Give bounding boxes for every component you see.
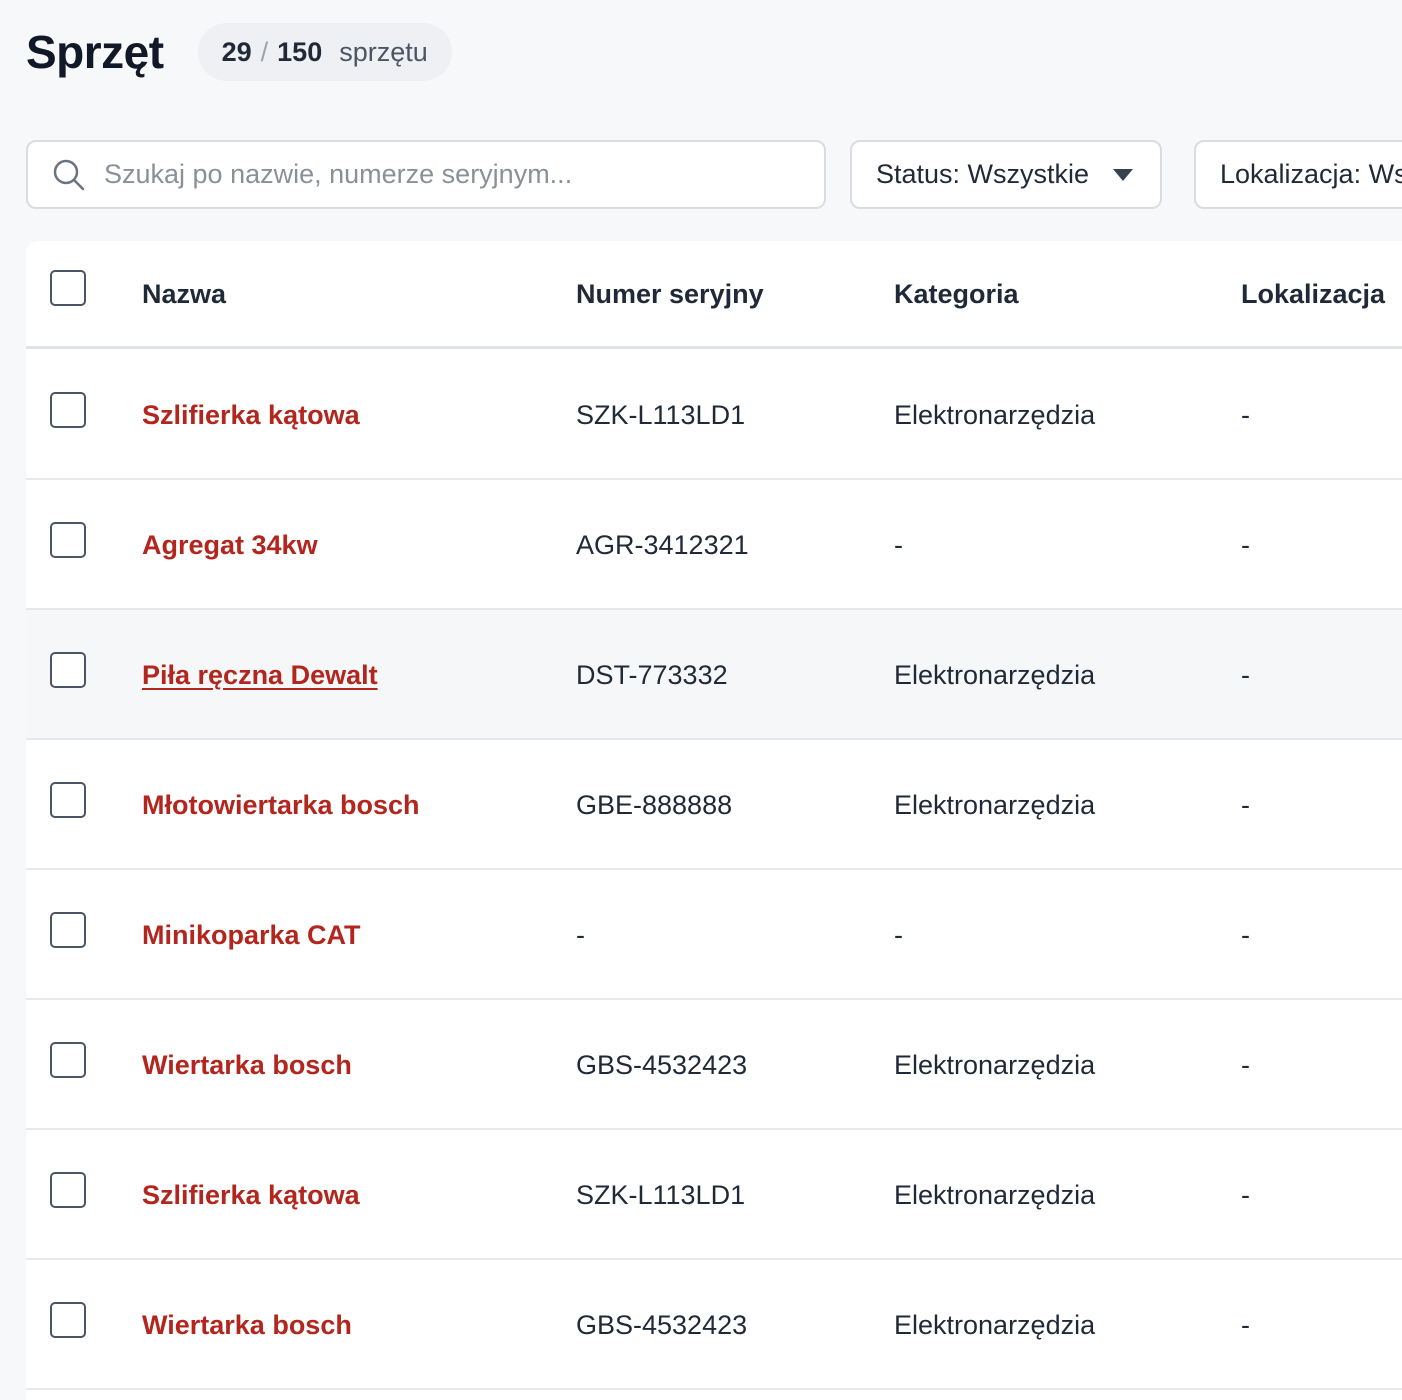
- serial-number: -: [576, 920, 585, 950]
- location: -: [1241, 660, 1250, 690]
- column-header-name[interactable]: Nazwa: [142, 279, 226, 310]
- page-header: Sprzęt 29 / 150 sprzętu: [26, 22, 452, 82]
- category: Elektronarzędzia: [894, 400, 1096, 430]
- equipment-table: Nazwa Numer seryjny Kategoria Lokalizacj…: [26, 241, 1402, 1400]
- location: -: [1241, 1180, 1250, 1210]
- location: -: [1241, 1050, 1250, 1080]
- table-row[interactable]: Młotowiertarka bosch GBE-888888 Elektron…: [26, 740, 1402, 870]
- location-filter-label: Lokalizacja: Wszystkie: [1220, 159, 1402, 189]
- serial-number: GBS-4532423: [576, 1050, 748, 1080]
- equipment-name-link[interactable]: Wiertarka bosch: [142, 1050, 352, 1081]
- serial-number: SZK-L113LD1: [576, 400, 746, 430]
- category: Elektronarzędzia: [894, 1310, 1096, 1340]
- category: -: [894, 920, 903, 950]
- row-checkbox[interactable]: [50, 1172, 86, 1208]
- page-title: Sprzęt: [26, 26, 164, 78]
- table-header-row: Nazwa Numer seryjny Kategoria Lokalizacj…: [26, 241, 1402, 349]
- search-box[interactable]: [26, 140, 826, 209]
- count-total: 150: [277, 36, 323, 67]
- equipment-name-link[interactable]: Minikoparka CAT: [142, 920, 361, 951]
- row-checkbox[interactable]: [50, 652, 86, 688]
- location: -: [1241, 1310, 1250, 1340]
- count-current: 29: [221, 36, 252, 67]
- column-header-category[interactable]: Kategoria: [894, 279, 1019, 310]
- serial-number: GBE-888888: [576, 790, 733, 820]
- table-row[interactable]: Szlifierka kątowa SZK-L113LD1 Elektronar…: [26, 350, 1402, 480]
- row-checkbox[interactable]: [50, 392, 86, 428]
- column-header-serial[interactable]: Numer seryjny: [576, 279, 764, 310]
- row-checkbox[interactable]: [50, 522, 86, 558]
- serial-number: GBS-4532423: [576, 1310, 748, 1340]
- location: -: [1241, 400, 1250, 430]
- category: Elektronarzędzia: [894, 790, 1096, 820]
- equipment-name-link[interactable]: Agregat 34kw: [142, 530, 318, 561]
- location-filter-select[interactable]: Lokalizacja: Wszystkie: [1194, 140, 1402, 209]
- location: -: [1241, 920, 1250, 950]
- count-unit: sprzętu: [339, 36, 428, 67]
- count-separator: /: [260, 36, 269, 67]
- serial-number: DST-773332: [576, 660, 728, 690]
- status-filter-label: Status: Wszystkie: [876, 159, 1090, 189]
- equipment-name-link[interactable]: Wiertarka bosch: [142, 1310, 352, 1341]
- select-all-checkbox[interactable]: [50, 270, 86, 306]
- equipment-name-link[interactable]: Szlifierka kątowa: [142, 400, 360, 431]
- equipment-name-link[interactable]: Młotowiertarka bosch: [142, 790, 420, 821]
- serial-number: SZK-L113LD1: [576, 1180, 746, 1210]
- search-icon: [52, 158, 86, 192]
- status-filter-select[interactable]: Status: Wszystkie: [850, 140, 1162, 209]
- count-badge: 29 / 150 sprzętu: [197, 23, 452, 81]
- serial-number: AGR-3412321: [576, 530, 749, 560]
- table-row[interactable]: Minikoparka CAT - - -: [26, 870, 1402, 1000]
- category: -: [894, 530, 903, 560]
- category: Elektronarzędzia: [894, 1050, 1096, 1080]
- table-row[interactable]: Piła ręczna Dewalt DST-773332 Elektronar…: [26, 610, 1402, 740]
- caret-down-icon: [1113, 168, 1134, 181]
- location: -: [1241, 790, 1250, 820]
- table-row[interactable]: Wiertarka bosch GBS-4532423 Elektronarzę…: [26, 1260, 1402, 1390]
- row-checkbox[interactable]: [50, 1042, 86, 1078]
- category: Elektronarzędzia: [894, 1180, 1096, 1210]
- location: -: [1241, 530, 1250, 560]
- table-row[interactable]: Wiertarka bosch GBS-4532423 Elektronarzę…: [26, 1000, 1402, 1130]
- column-header-location[interactable]: Lokalizacja: [1241, 279, 1385, 310]
- row-checkbox[interactable]: [50, 1302, 86, 1338]
- equipment-name-link[interactable]: Piła ręczna Dewalt: [142, 660, 378, 691]
- category: Elektronarzędzia: [894, 660, 1096, 690]
- row-checkbox[interactable]: [50, 782, 86, 818]
- row-checkbox[interactable]: [50, 912, 86, 948]
- table-row[interactable]: Agregat 34kw AGR-3412321 - -: [26, 480, 1402, 610]
- equipment-name-link[interactable]: Szlifierka kątowa: [142, 1180, 360, 1211]
- search-input[interactable]: [104, 159, 804, 190]
- table-row[interactable]: Szlifierka kątowa SZK-L113LD1 Elektronar…: [26, 1130, 1402, 1260]
